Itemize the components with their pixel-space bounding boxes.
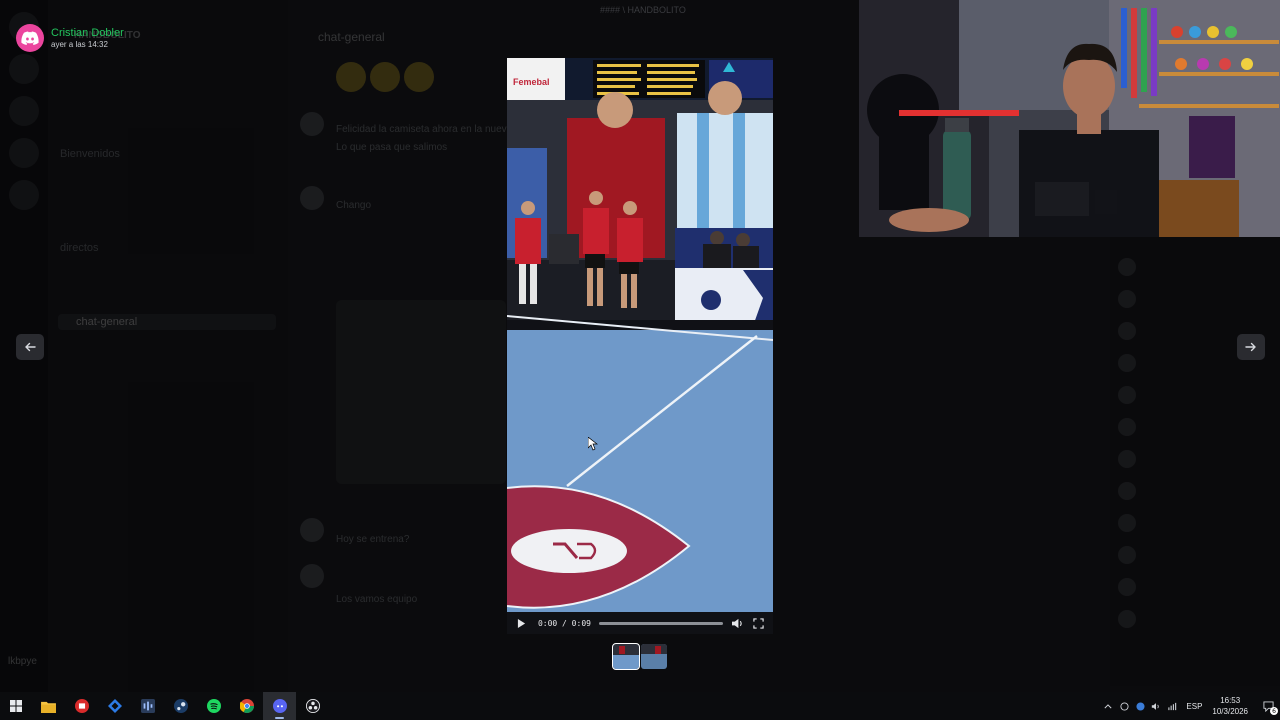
channel-item: Bienvenidos — [60, 148, 120, 160]
video-player[interactable]: Femebal 22 — [507, 58, 773, 634]
volume-button[interactable] — [731, 616, 744, 630]
message: Lo que pasa que salimos — [336, 142, 448, 153]
channel-item: directos — [60, 242, 99, 254]
screen: HANDBOLITO Bienvenidos directos chat-gen… — [0, 0, 1280, 720]
system-tray: ESP 16:53 10/3/2026 6 — [1100, 692, 1280, 720]
notification-badge: 6 — [1270, 707, 1278, 715]
progress-bar[interactable] — [598, 621, 724, 625]
avatar — [300, 112, 324, 136]
volume-tray-icon[interactable] — [1148, 692, 1164, 720]
steam-icon[interactable] — [164, 692, 197, 720]
avatar — [300, 518, 324, 542]
play-icon — [517, 618, 526, 628]
channel-item-active: chat-general — [58, 314, 276, 330]
scoreboard-brand: Femebal — [513, 77, 550, 87]
channel-sidebar — [48, 0, 288, 692]
message: Los vamos equipo — [336, 594, 418, 605]
channel-header: chat-general — [318, 30, 385, 44]
webcam-feed — [859, 0, 1280, 237]
thumbnail[interactable] — [641, 644, 667, 669]
spotify-icon[interactable] — [197, 692, 230, 720]
video-frame[interactable]: Femebal 22 — [507, 58, 773, 614]
webcam-overlay — [859, 0, 1280, 237]
next-media-button[interactable] — [1237, 334, 1265, 360]
avatar — [300, 186, 324, 210]
volume-icon — [732, 618, 742, 628]
time-readout: 0:00 / 0:09 — [537, 618, 591, 628]
fullscreen-icon — [753, 617, 764, 629]
chrome-icon[interactable] — [230, 692, 263, 720]
message: Felicidad la camiseta ahora en la nueva — [336, 124, 513, 135]
avatar — [300, 564, 324, 588]
arrow-right-icon — [1245, 342, 1256, 352]
notification-center-button[interactable]: 6 — [1256, 692, 1280, 720]
clock[interactable]: 16:53 10/3/2026 — [1212, 695, 1248, 717]
windows-logo-icon — [10, 700, 22, 712]
author-name[interactable]: Cristian Dobler — [51, 26, 124, 40]
discord-icon[interactable] — [263, 692, 296, 720]
message-attachment — [336, 300, 506, 484]
timestamp: ayer a las 14:32 — [51, 40, 108, 49]
chevron-up-icon[interactable] — [1100, 692, 1116, 720]
arrow-left-icon — [25, 342, 36, 352]
app-red-icon[interactable] — [65, 692, 98, 720]
thumbnail[interactable] — [612, 643, 640, 670]
start-button[interactable] — [0, 692, 32, 720]
video-controls: 0:00 / 0:09 — [507, 612, 773, 634]
media-viewer-header: Cristian Dobler ayer a las 14:32 — [16, 24, 124, 52]
clock-date: 10/3/2026 — [1212, 707, 1248, 716]
language-indicator[interactable]: ESP — [1186, 702, 1202, 711]
user-panel: lkbpye — [8, 656, 37, 667]
windows-taskbar: ESP 16:53 10/3/2026 6 — [0, 692, 1280, 720]
previous-media-button[interactable] — [16, 334, 44, 360]
audio-app-icon[interactable] — [131, 692, 164, 720]
obs-icon[interactable] — [296, 692, 329, 720]
steam-tray-icon[interactable] — [1132, 692, 1148, 720]
media-thumbnails — [612, 643, 667, 670]
file-explorer-icon[interactable] — [32, 692, 65, 720]
clock-time: 16:53 — [1220, 696, 1241, 705]
discord-logo-icon — [21, 31, 39, 45]
author-avatar[interactable] — [16, 24, 44, 52]
play-button[interactable] — [515, 616, 528, 630]
emoji-row — [336, 62, 434, 92]
message: Hoy se entrena? — [336, 534, 410, 545]
network-icon[interactable] — [1164, 692, 1180, 720]
window-title: #### \ HANDBOLITO — [600, 5, 686, 15]
message: Chango — [336, 200, 372, 211]
app-diamond-icon[interactable] — [98, 692, 131, 720]
tray-app-icon[interactable] — [1116, 692, 1132, 720]
fullscreen-button[interactable] — [752, 616, 765, 630]
author-meta: Cristian Dobler ayer a las 14:32 — [51, 26, 124, 50]
mouse-cursor-icon — [588, 437, 598, 451]
